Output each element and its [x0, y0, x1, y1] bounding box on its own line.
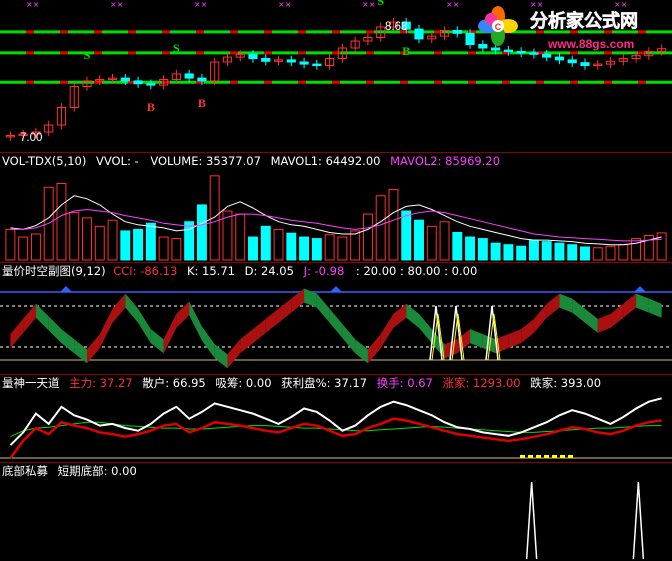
xichou-bar — [552, 455, 557, 458]
short-bottom-value: 短期底部: 0.00 — [58, 464, 137, 478]
cci-value: CCI: -86.13 — [113, 264, 177, 278]
zhuli-value: 主力: 37.27 — [69, 376, 132, 390]
signal-marker: B — [147, 100, 155, 114]
volume-bar — [580, 246, 590, 261]
volume-bar — [133, 228, 144, 261]
volume-bar — [554, 242, 565, 261]
candle-body — [299, 61, 309, 65]
candle-body — [286, 59, 296, 63]
price-label-high: 8.68 — [385, 21, 407, 33]
diejia-value: 跌家: 393.00 — [530, 376, 601, 390]
volume-bar — [490, 242, 501, 261]
volume-bar — [145, 222, 156, 261]
volume-bar — [311, 238, 322, 261]
huanshou-value: 换手: 0.67 — [377, 376, 433, 390]
candle-body — [452, 30, 462, 34]
volume-bar — [465, 236, 476, 261]
j-value: J: -0.98 — [303, 264, 345, 278]
candle-body — [146, 83, 156, 86]
svg-text:C: C — [495, 22, 502, 32]
volume-bar — [414, 219, 424, 261]
candle-body — [542, 53, 552, 58]
candle-body — [491, 47, 501, 51]
cci-title: 量价时空副图(9,12) — [2, 264, 106, 278]
candle-body — [465, 32, 475, 45]
zhangjia-value: 涨家: 1293.00 — [443, 376, 521, 390]
top-x-mark: ×× — [362, 0, 375, 9]
volume-bar — [567, 244, 578, 261]
volume-bar — [528, 239, 539, 261]
candle-body — [414, 28, 424, 40]
price-label-low: 7.00 — [20, 132, 42, 144]
vol-mavol2: MAVOL2: 85969.20 — [390, 154, 500, 168]
volume-bar — [299, 236, 310, 261]
sanhu-value: 散户: 66.95 — [142, 376, 205, 390]
tiandao-title: 量神一天道 — [2, 376, 60, 390]
volume-bar — [503, 244, 514, 261]
candle-body — [133, 80, 143, 85]
candle-body — [248, 53, 258, 59]
top-x-mark: ×× — [446, 0, 459, 9]
k-value: K: 15.71 — [187, 264, 235, 278]
stock-chart: ×× ×× ×× ×× ×× ×× ×× ××SBSBSB VOL-TDX(5,10) VVO… — [0, 0, 672, 561]
xichou-bar — [544, 455, 549, 458]
candle-body — [184, 73, 194, 79]
level-values: : 20.00 : 80.00 : 0.00 — [356, 264, 477, 278]
candle-body — [312, 63, 322, 66]
xichou-bar — [528, 455, 533, 458]
signal-marker: S — [377, 0, 384, 8]
xichou-value: 吸筹: 0.00 — [215, 376, 271, 390]
bottom-title: 底部私募 — [2, 464, 48, 478]
vol-volume: VOLUME: 35377.07 — [150, 154, 261, 168]
volume-bar — [541, 241, 552, 261]
huolipan-value: 获利盘%: 37.17 — [281, 376, 367, 390]
top-x-mark: ×× — [110, 0, 123, 9]
signal-marker: B — [198, 96, 206, 110]
candle-body — [580, 62, 590, 67]
volume-bar — [248, 236, 258, 261]
top-x-mark: ×× — [26, 0, 39, 9]
vol-title: VOL-TDX(5,10) — [2, 154, 86, 168]
watermark-name: 分析家公式网 — [530, 10, 638, 32]
candle-body — [197, 77, 207, 82]
candle-body — [516, 51, 526, 54]
top-x-mark: ×× — [278, 0, 291, 9]
vol-mavol1: MAVOL1: 64492.00 — [271, 154, 381, 168]
candle-body — [120, 77, 130, 82]
bottom-header: 底部私募 短期底部: 0.00 — [2, 464, 137, 478]
d-value: D: 24.05 — [245, 264, 294, 278]
volume-bar — [120, 230, 131, 261]
volume-bar — [286, 232, 297, 261]
xichou-bar — [520, 455, 525, 458]
volume-bar — [401, 210, 412, 261]
volume-bar — [452, 231, 463, 261]
signal-marker: S — [84, 48, 91, 62]
volume-bar — [516, 245, 527, 261]
vol-vvol: VVOL: - — [96, 154, 139, 168]
volume-bar — [477, 238, 488, 261]
xichou-bar — [536, 455, 541, 458]
top-x-mark: ×× — [530, 0, 543, 9]
tiandao-header: 量神一天道 主力: 37.27 散户: 66.95 吸筹: 0.00 获利盘%:… — [2, 376, 601, 390]
candle-body — [567, 59, 577, 64]
xichou-bar — [568, 455, 573, 458]
candle-body — [503, 49, 513, 52]
candle-body — [554, 56, 565, 61]
watermark-url: www.88gs.com — [547, 37, 634, 51]
signal-marker: S — [173, 41, 180, 55]
top-x-mark: ×× — [614, 0, 627, 9]
vol-header: VOL-TDX(5,10) VVOL: - VOLUME: 35377.07 M… — [2, 154, 500, 168]
signal-marker: B — [402, 44, 410, 58]
volume-bar — [260, 225, 271, 261]
candle-body — [529, 52, 539, 55]
xichou-bar — [560, 455, 565, 458]
candle-body — [478, 44, 488, 49]
candle-body — [261, 58, 271, 62]
volume-bar — [196, 204, 207, 261]
top-x-mark: ×× — [194, 0, 207, 9]
